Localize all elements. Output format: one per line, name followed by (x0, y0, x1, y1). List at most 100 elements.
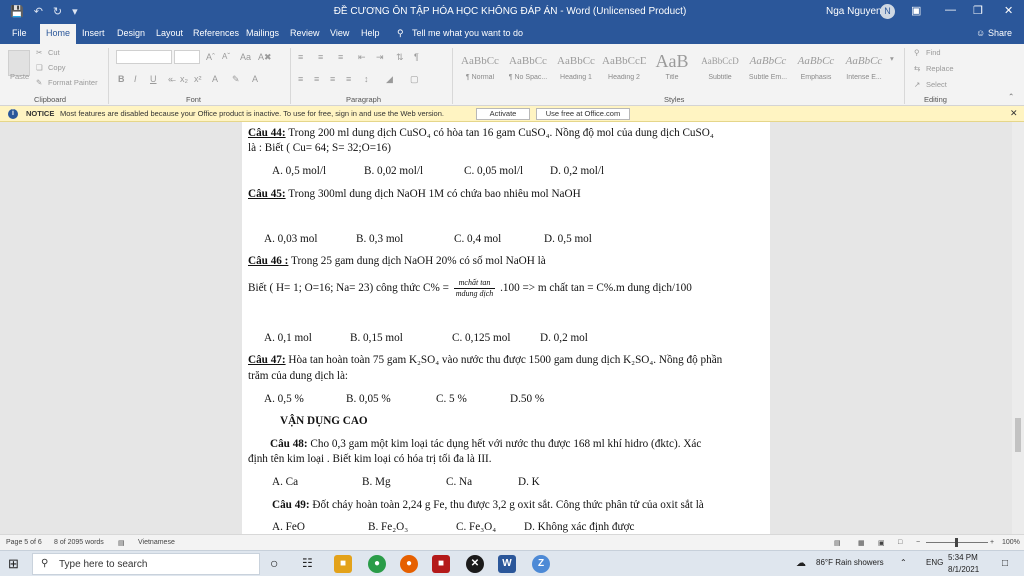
find-button[interactable]: Find (926, 48, 941, 57)
cortana-icon[interactable]: ○ (270, 555, 278, 571)
style-subtle-emphasis[interactable]: AaBbCc Subtle Em... (746, 50, 790, 90)
tab-mailings[interactable]: Mailings (246, 28, 279, 38)
line-spacing-icon[interactable]: ↕ (364, 74, 369, 84)
bullets-icon[interactable]: ≡ (298, 52, 303, 62)
clock-time[interactable]: 5:34 PM (948, 553, 978, 562)
app-icon[interactable]: ■ (432, 555, 450, 573)
tray-chevron-icon[interactable]: ⌃ (900, 558, 907, 567)
cut-button[interactable]: Cut (48, 48, 60, 57)
proofing-icon[interactable]: ▤ (118, 539, 125, 547)
copy-icon[interactable]: ❏ (36, 63, 43, 72)
sort-icon[interactable]: ⇅ (396, 52, 404, 63)
change-case-icon[interactable]: Aa (240, 52, 251, 62)
decrease-indent-icon[interactable]: ⇤ (358, 52, 366, 63)
font-size-box[interactable] (174, 50, 200, 64)
font-color-icon[interactable]: A (252, 74, 258, 84)
numbering-icon[interactable]: ≡ (318, 52, 323, 62)
notifications-icon[interactable]: □ (1002, 558, 1008, 569)
close-icon[interactable]: ✕ (1004, 4, 1013, 17)
tab-references[interactable]: References (193, 28, 239, 38)
word-count[interactable]: 8 of 2095 words (54, 539, 104, 546)
zoom-in-icon[interactable]: + (990, 539, 994, 546)
activate-button[interactable]: Activate (476, 108, 530, 120)
shading-icon[interactable]: ◢ (386, 74, 393, 85)
italic-icon[interactable]: I (134, 74, 137, 84)
style-subtitle[interactable]: AaBbCcD Subtitle (698, 50, 742, 90)
style-normal[interactable]: AaBbCc ¶ Normal (458, 50, 502, 90)
input-language[interactable]: ENG (926, 558, 943, 567)
focus-icon[interactable]: ▤ (834, 539, 841, 547)
align-center-icon[interactable]: ≡ (314, 74, 319, 84)
document-page[interactable]: Câu 44: Trong 200 ml dung dịch CuSO₄ có … (242, 122, 770, 534)
multilevel-list-icon[interactable]: ≡ (338, 52, 343, 62)
zalo-icon[interactable]: Z (532, 555, 550, 573)
styles-gallery-more-icon[interactable]: ▾ (890, 54, 894, 63)
zoom-out-icon[interactable]: − (916, 539, 920, 546)
ribbon-display-options-icon[interactable]: ▣ (911, 4, 921, 17)
zoom-level[interactable]: 100% (1002, 539, 1020, 546)
format-painter-button[interactable]: Format Painter (48, 78, 98, 87)
tab-review[interactable]: Review (290, 28, 320, 38)
chrome-icon[interactable]: ● (368, 555, 386, 573)
find-icon[interactable]: ⚲ (914, 48, 920, 57)
copy-button[interactable]: Copy (48, 63, 66, 72)
read-mode-icon[interactable]: ▦ (858, 539, 865, 547)
text-effects-icon[interactable]: A (212, 74, 218, 84)
font-name-box[interactable] (116, 50, 172, 64)
scrollbar-thumb[interactable] (1015, 418, 1021, 452)
tab-view[interactable]: View (330, 28, 349, 38)
avatar[interactable]: N (880, 4, 895, 19)
vertical-scrollbar[interactable] (1012, 122, 1024, 534)
taskbar-search-box[interactable]: ⚲ Type here to search (32, 553, 260, 575)
tab-help[interactable]: Help (361, 28, 380, 38)
save-icon[interactable]: 💾 (10, 5, 24, 18)
file-explorer-icon[interactable]: ■ (334, 555, 352, 573)
increase-indent-icon[interactable]: ⇥ (376, 52, 384, 63)
print-layout-icon[interactable]: ▣ (878, 539, 885, 547)
undo-icon[interactable]: ↶ (34, 5, 43, 18)
windows-start-icon[interactable]: ⊞ (8, 556, 19, 572)
maximize-icon[interactable]: ❐ (973, 4, 983, 17)
tab-design[interactable]: Design (117, 28, 145, 38)
borders-icon[interactable]: ▢ (410, 74, 419, 85)
scissors-icon[interactable]: ✂ (36, 48, 42, 57)
replace-button[interactable]: Replace (926, 64, 954, 73)
bold-icon[interactable]: B (118, 74, 125, 84)
style-heading-1[interactable]: AaBbCc Heading 1 (554, 50, 598, 90)
tab-layout[interactable]: Layout (156, 28, 183, 38)
language[interactable]: Vietnamese (138, 539, 175, 546)
style-no-spacing[interactable]: AaBbCc ¶ No Spac... (506, 50, 550, 90)
style-intense-emphasis[interactable]: AaBbCc Intense E... (842, 50, 886, 90)
redo-icon[interactable]: ↻ (53, 5, 62, 18)
highlight-icon[interactable]: ✎ (232, 74, 240, 85)
show-formatting-icon[interactable]: ¶ (414, 52, 419, 62)
superscript-icon[interactable]: x² (194, 74, 202, 84)
style-emphasis[interactable]: AaBbCc Emphasis (794, 50, 838, 90)
align-right-icon[interactable]: ≡ (330, 74, 335, 84)
grow-font-icon[interactable]: Aˆ (206, 52, 215, 62)
paste-button[interactable]: Paste (10, 72, 29, 81)
clock-date[interactable]: 8/1/2021 (948, 565, 979, 574)
customize-qat-icon[interactable]: ▾ (72, 5, 78, 18)
subscript-icon[interactable]: x₂ (180, 74, 188, 84)
word-icon[interactable]: W (498, 555, 516, 573)
firefox-icon[interactable]: ● (400, 555, 418, 573)
replace-icon[interactable]: ⇆ (914, 64, 920, 73)
align-left-icon[interactable]: ≡ (298, 74, 303, 84)
tab-insert[interactable]: Insert (82, 28, 105, 38)
xbox-icon[interactable]: ✕ (466, 555, 484, 573)
tab-home[interactable]: Home (40, 24, 77, 44)
strikethrough-icon[interactable]: «̶ (168, 74, 173, 84)
task-view-icon[interactable]: ☷ (302, 556, 313, 570)
minimize-icon[interactable]: — (945, 4, 956, 16)
weather-text[interactable]: 86°F Rain showers (816, 558, 884, 567)
shrink-font-icon[interactable]: Aˇ (222, 52, 230, 61)
share-button[interactable]: Share (988, 28, 1012, 38)
page-count[interactable]: Page 5 of 6 (6, 539, 42, 546)
tell-me-search[interactable]: Tell me what you want to do (412, 28, 523, 38)
select-button[interactable]: Select (926, 80, 947, 89)
underline-icon[interactable]: U (150, 74, 157, 84)
clear-formatting-icon[interactable]: A✖ (258, 52, 272, 63)
tab-file[interactable]: File (12, 28, 27, 38)
justify-icon[interactable]: ≡ (346, 74, 351, 84)
